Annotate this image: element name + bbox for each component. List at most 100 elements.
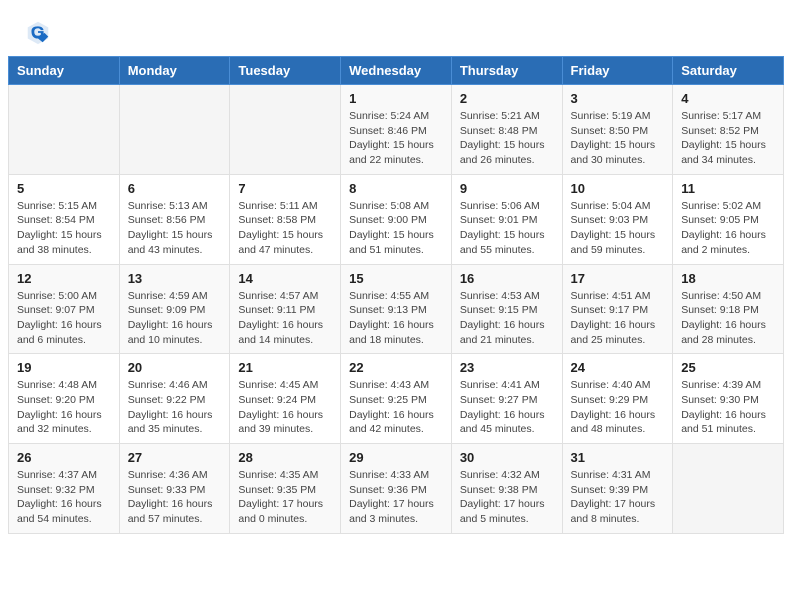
day-number: 26 <box>17 450 111 465</box>
week-row-4: 19 Sunrise: 4:48 AM Sunset: 9:20 PM Dayli… <box>9 354 784 444</box>
header-row: SundayMondayTuesdayWednesdayThursdayFrid… <box>9 57 784 85</box>
calendar-cell <box>9 85 120 175</box>
day-header-friday: Friday <box>562 57 673 85</box>
cell-content: Sunrise: 4:55 AM Sunset: 9:13 PM Dayligh… <box>349 289 443 348</box>
day-number: 24 <box>571 360 665 375</box>
calendar-cell: 9Sunrise: 5:06 AM Sunset: 9:01 PM Daylig… <box>451 174 562 264</box>
calendar-cell: 10 Sunrise: 5:04 AM Sunset: 9:03 PM Dayli… <box>562 174 673 264</box>
day-header-tuesday: Tuesday <box>230 57 341 85</box>
day-number: 8 <box>349 181 443 196</box>
logo-icon <box>24 18 52 46</box>
day-number: 17 <box>571 271 665 286</box>
cell-content: Sunrise: 4:45 AM Sunset: 9:24 PM Dayligh… <box>238 378 332 437</box>
day-number: 4 <box>681 91 775 106</box>
cell-content: Sunrise: 5:00 AM Sunset: 9:07 PM Dayligh… <box>17 289 111 348</box>
cell-content: Sunrise: 4:39 AM Sunset: 9:30 PM Dayligh… <box>681 378 775 437</box>
calendar-cell: 15 Sunrise: 4:55 AM Sunset: 9:13 PM Dayli… <box>341 264 452 354</box>
calendar-cell: 27 Sunrise: 4:36 AM Sunset: 9:33 PM Dayli… <box>119 444 230 534</box>
cell-content: Sunrise: 4:48 AM Sunset: 9:20 PM Dayligh… <box>17 378 111 437</box>
calendar-body: 1 Sunrise: 5:24 AM Sunset: 8:46 PM Daylig… <box>9 85 784 534</box>
calendar-cell: 21 Sunrise: 4:45 AM Sunset: 9:24 PM Dayli… <box>230 354 341 444</box>
calendar-cell: 5 Sunrise: 5:15 AM Sunset: 8:54 PM Daylig… <box>9 174 120 264</box>
cell-content: Sunrise: 4:57 AM Sunset: 9:11 PM Dayligh… <box>238 289 332 348</box>
cell-content: Sunrise: 4:35 AM Sunset: 9:35 PM Dayligh… <box>238 468 332 527</box>
calendar-cell: 7 Sunrise: 5:11 AM Sunset: 8:58 PM Daylig… <box>230 174 341 264</box>
day-number: 31 <box>571 450 665 465</box>
day-number: 1 <box>349 91 443 106</box>
calendar-header: SundayMondayTuesdayWednesdayThursdayFrid… <box>9 57 784 85</box>
cell-content: Sunrise: 5:17 AM Sunset: 8:52 PM Dayligh… <box>681 109 775 168</box>
calendar-cell: 2 Sunrise: 5:21 AM Sunset: 8:48 PM Daylig… <box>451 85 562 175</box>
cell-content: Sunrise: 4:40 AM Sunset: 9:29 PM Dayligh… <box>571 378 665 437</box>
calendar-cell: 12 Sunrise: 5:00 AM Sunset: 9:07 PM Dayli… <box>9 264 120 354</box>
day-number: 23 <box>460 360 554 375</box>
cell-content: Sunrise: 4:41 AM Sunset: 9:27 PM Dayligh… <box>460 378 554 437</box>
cell-content: Sunrise: 4:46 AM Sunset: 9:22 PM Dayligh… <box>128 378 222 437</box>
calendar-cell: 22Sunrise: 4:43 AM Sunset: 9:25 PM Dayli… <box>341 354 452 444</box>
cell-content: Sunrise: 5:11 AM Sunset: 8:58 PM Dayligh… <box>238 199 332 258</box>
day-header-monday: Monday <box>119 57 230 85</box>
cell-content: Sunrise: 5:13 AM Sunset: 8:56 PM Dayligh… <box>128 199 222 258</box>
cell-content: Sunrise: 4:59 AM Sunset: 9:09 PM Dayligh… <box>128 289 222 348</box>
calendar-cell <box>673 444 784 534</box>
calendar-cell: 19 Sunrise: 4:48 AM Sunset: 9:20 PM Dayli… <box>9 354 120 444</box>
day-number: 21 <box>238 360 332 375</box>
day-header-sunday: Sunday <box>9 57 120 85</box>
calendar-cell: 13 Sunrise: 4:59 AM Sunset: 9:09 PM Dayli… <box>119 264 230 354</box>
calendar-cell: 20Sunrise: 4:46 AM Sunset: 9:22 PM Dayli… <box>119 354 230 444</box>
cell-content: Sunrise: 5:19 AM Sunset: 8:50 PM Dayligh… <box>571 109 665 168</box>
calendar-cell: 25 Sunrise: 4:39 AM Sunset: 9:30 PM Dayli… <box>673 354 784 444</box>
day-header-thursday: Thursday <box>451 57 562 85</box>
calendar-cell: 4 Sunrise: 5:17 AM Sunset: 8:52 PM Daylig… <box>673 85 784 175</box>
calendar-cell: 24 Sunrise: 4:40 AM Sunset: 9:29 PM Dayli… <box>562 354 673 444</box>
day-number: 15 <box>349 271 443 286</box>
day-number: 10 <box>571 181 665 196</box>
day-number: 2 <box>460 91 554 106</box>
day-header-saturday: Saturday <box>673 57 784 85</box>
calendar-cell: 23 Sunrise: 4:41 AM Sunset: 9:27 PM Dayli… <box>451 354 562 444</box>
cell-content: Sunrise: 4:31 AM Sunset: 9:39 PM Dayligh… <box>571 468 665 527</box>
calendar-cell: 31 Sunrise: 4:31 AM Sunset: 9:39 PM Dayli… <box>562 444 673 534</box>
calendar-cell: 6 Sunrise: 5:13 AM Sunset: 8:56 PM Daylig… <box>119 174 230 264</box>
cell-content: Sunrise: 5:15 AM Sunset: 8:54 PM Dayligh… <box>17 199 111 258</box>
calendar-cell: 1 Sunrise: 5:24 AM Sunset: 8:46 PM Daylig… <box>341 85 452 175</box>
day-number: 6 <box>128 181 222 196</box>
day-number: 27 <box>128 450 222 465</box>
cell-content: Sunrise: 5:21 AM Sunset: 8:48 PM Dayligh… <box>460 109 554 168</box>
calendar-cell: 30Sunrise: 4:32 AM Sunset: 9:38 PM Dayli… <box>451 444 562 534</box>
day-number: 14 <box>238 271 332 286</box>
day-header-wednesday: Wednesday <box>341 57 452 85</box>
cell-content: Sunrise: 4:33 AM Sunset: 9:36 PM Dayligh… <box>349 468 443 527</box>
logo <box>24 18 56 46</box>
calendar-cell: 18Sunrise: 4:50 AM Sunset: 9:18 PM Dayli… <box>673 264 784 354</box>
calendar-table: SundayMondayTuesdayWednesdayThursdayFrid… <box>8 56 784 534</box>
calendar-cell: 29 Sunrise: 4:33 AM Sunset: 9:36 PM Dayli… <box>341 444 452 534</box>
cell-content: Sunrise: 5:08 AM Sunset: 9:00 PM Dayligh… <box>349 199 443 258</box>
cell-content: Sunrise: 4:53 AM Sunset: 9:15 PM Dayligh… <box>460 289 554 348</box>
day-number: 12 <box>17 271 111 286</box>
cell-content: Sunrise: 4:32 AM Sunset: 9:38 PM Dayligh… <box>460 468 554 527</box>
calendar-cell <box>230 85 341 175</box>
day-number: 5 <box>17 181 111 196</box>
calendar-cell: 3Sunrise: 5:19 AM Sunset: 8:50 PM Daylig… <box>562 85 673 175</box>
cell-content: Sunrise: 4:36 AM Sunset: 9:33 PM Dayligh… <box>128 468 222 527</box>
cell-content: Sunrise: 5:24 AM Sunset: 8:46 PM Dayligh… <box>349 109 443 168</box>
calendar-cell <box>119 85 230 175</box>
calendar-cell: 17 Sunrise: 4:51 AM Sunset: 9:17 PM Dayli… <box>562 264 673 354</box>
week-row-3: 12 Sunrise: 5:00 AM Sunset: 9:07 PM Dayli… <box>9 264 784 354</box>
day-number: 25 <box>681 360 775 375</box>
day-number: 22 <box>349 360 443 375</box>
week-row-2: 5 Sunrise: 5:15 AM Sunset: 8:54 PM Daylig… <box>9 174 784 264</box>
day-number: 9 <box>460 181 554 196</box>
calendar-cell: 11Sunrise: 5:02 AM Sunset: 9:05 PM Dayli… <box>673 174 784 264</box>
day-number: 19 <box>17 360 111 375</box>
day-number: 29 <box>349 450 443 465</box>
calendar-cell: 14 Sunrise: 4:57 AM Sunset: 9:11 PM Dayli… <box>230 264 341 354</box>
day-number: 13 <box>128 271 222 286</box>
day-number: 18 <box>681 271 775 286</box>
calendar-cell: 26Sunrise: 4:37 AM Sunset: 9:32 PM Dayli… <box>9 444 120 534</box>
day-number: 7 <box>238 181 332 196</box>
week-row-1: 1 Sunrise: 5:24 AM Sunset: 8:46 PM Daylig… <box>9 85 784 175</box>
cell-content: Sunrise: 5:04 AM Sunset: 9:03 PM Dayligh… <box>571 199 665 258</box>
cell-content: Sunrise: 4:51 AM Sunset: 9:17 PM Dayligh… <box>571 289 665 348</box>
